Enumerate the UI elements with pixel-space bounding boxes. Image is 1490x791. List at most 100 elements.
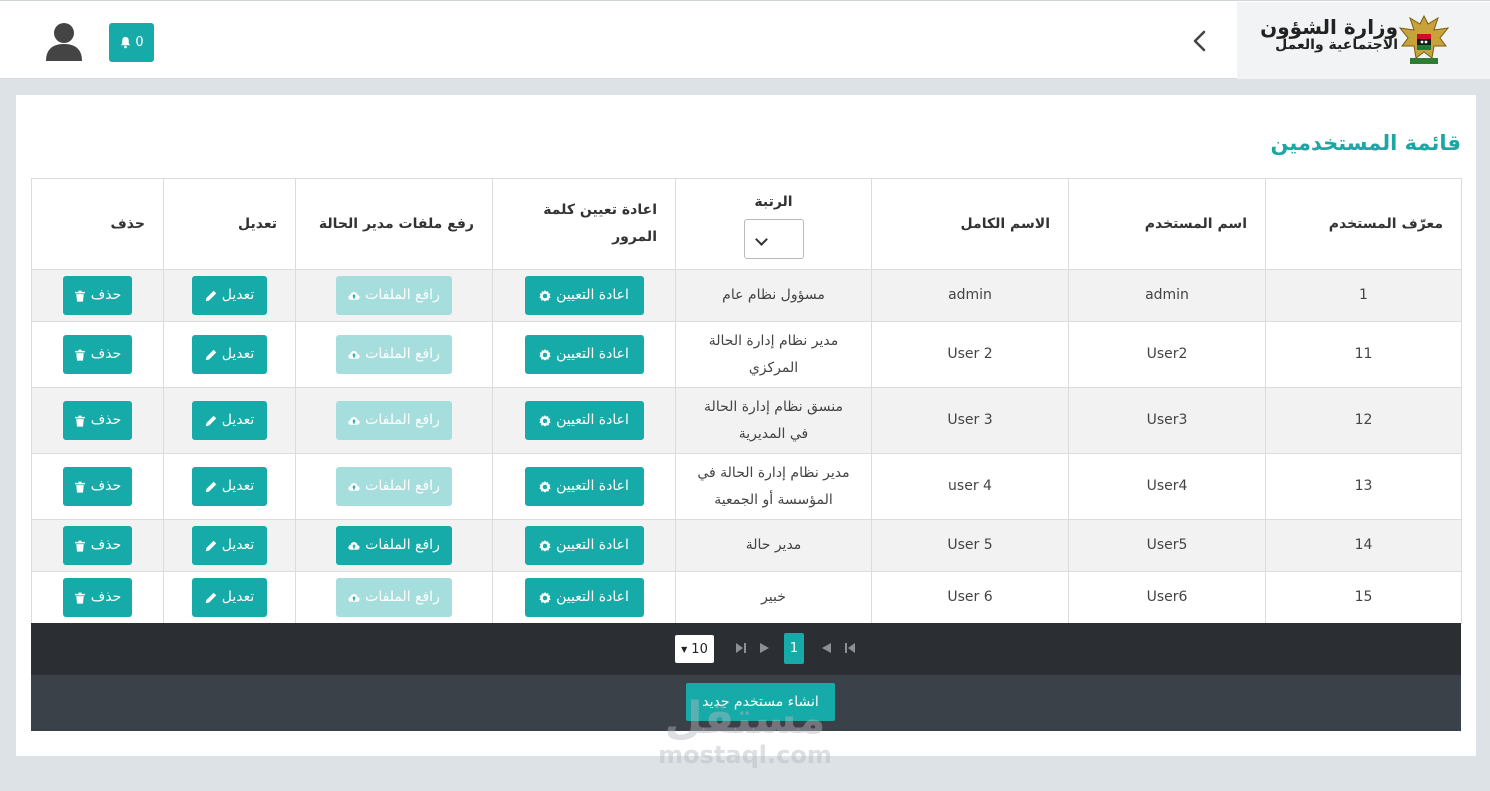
cell-upload: رافع الملفات [295,453,493,520]
page-size-select[interactable]: ▼ 10 [675,635,714,663]
previous-page-icon[interactable] [820,641,834,655]
pencil-icon [205,415,216,426]
delete-button[interactable]: حذف [63,467,132,506]
rank-line-1: مدير نظام إدارة الحالة [708,332,839,349]
cloud-upload-icon [348,482,360,491]
cell-delete: حذف [31,321,164,388]
cell-username: User6 [1068,571,1266,624]
cell-reset: اعادة التعيين [492,321,676,388]
create-user-bar: انشاء مستخدم جديد [31,675,1461,731]
reset-button-label: اعادة التعيين [556,412,629,429]
cell-rank: مسؤول نظام عام [675,269,872,322]
cell-full-name: User 3 [871,387,1069,454]
table-row: 12 User3 User 3 منسق نظام إدارة الحالة في ال… [31,387,1462,454]
table-row: 1 admin admin مسؤول نظام عام اعادة التعيين را… [31,269,1462,322]
rank-line-1: مدير حالة [745,537,802,554]
cell-edit: تعديل [163,453,296,520]
reset-password-button[interactable]: اعادة التعيين [524,526,644,565]
pencil-icon [205,540,216,551]
cell-edit: تعديل [163,269,296,322]
header-full-name: الاسم الكامل [871,178,1069,270]
cloud-upload-icon [348,593,360,602]
upload-button-label: رافع الملفات [365,346,440,363]
cell-username: User5 [1068,519,1266,572]
cell-reset: اعادة التعيين [492,387,676,454]
cell-full-name: User 5 [871,519,1069,572]
upload-button-label: رافع الملفات [365,287,440,304]
brand-line-2: الاجتماعية والعمل [1275,37,1398,53]
cell-username: admin [1068,269,1266,322]
pencil-icon [205,592,216,603]
gear-icon [539,591,551,604]
cell-user-id: 13 [1265,453,1462,520]
rank-line-1: منسق نظام إدارة الحالة [704,398,843,415]
cell-upload: رافع الملفات [295,571,493,624]
cell-reset: اعادة التعيين [492,519,676,572]
upload-files-button[interactable]: رافع الملفات [336,578,452,617]
cell-edit: تعديل [163,387,296,454]
pencil-icon [205,481,216,492]
reset-button-label: اعادة التعيين [556,537,629,554]
trash-icon [74,415,85,427]
last-page-icon[interactable] [734,641,748,655]
cell-delete: حذف [31,571,164,624]
first-page-icon[interactable] [843,641,857,655]
user-avatar-icon[interactable] [44,21,84,61]
brand-name: وزارة الشؤون الاجتماعية والعمل [1260,16,1398,53]
edit-button[interactable]: تعديل [192,578,267,617]
reset-password-button[interactable]: اعادة التعيين [524,578,644,617]
rank-line-2: في المديرية [738,425,809,442]
trash-icon [74,540,85,552]
cell-edit: تعديل [163,571,296,624]
header-upload: رفع ملفات مدير الحالة [295,178,493,270]
cell-user-id: 14 [1265,519,1462,572]
trash-icon [74,290,85,302]
edit-button[interactable]: تعديل [192,526,267,565]
upload-files-button[interactable]: رافع الملفات [336,335,452,374]
edit-button[interactable]: تعديل [192,401,267,440]
cell-delete: حذف [31,387,164,454]
header-reset-password: اعادة تعيين كلمة المرور [492,178,676,270]
upload-files-button[interactable]: رافع الملفات [336,276,452,315]
users-table: معرّف المستخدم اسم المستخدم الاسم الكامل… [31,178,1462,624]
header-reset-line-1: اعادة تعيين كلمة [543,202,657,219]
cell-rank: مدير نظام إدارة الحالة في المؤسسة أو الجم… [675,453,872,520]
edit-button-label: تعديل [221,287,255,304]
delete-button-label: حذف [90,589,122,606]
reset-password-button[interactable]: اعادة التعيين [524,276,644,315]
create-user-button[interactable]: انشاء مستخدم جديد [686,683,835,721]
edit-button[interactable]: تعديل [192,276,267,315]
upload-button-label: رافع الملفات [365,478,440,495]
delete-button[interactable]: حذف [63,401,132,440]
cell-edit: تعديل [163,519,296,572]
next-page-icon[interactable] [757,641,771,655]
edit-button[interactable]: تعديل [192,335,267,374]
delete-button[interactable]: حذف [63,526,132,565]
delete-button-label: حذف [90,346,122,363]
cell-full-name: admin [871,269,1069,322]
cell-username: User2 [1068,321,1266,388]
gear-icon [539,348,551,361]
top-navbar: وزارة الشؤون الاجتماعية والعمل 0 [0,0,1490,79]
delete-button[interactable]: حذف [63,335,132,374]
edit-button[interactable]: تعديل [192,467,267,506]
delete-button[interactable]: حذف [63,276,132,315]
delete-button[interactable]: حذف [63,578,132,617]
upload-files-button[interactable]: رافع الملفات [336,467,452,506]
upload-files-button[interactable]: رافع الملفات [336,526,452,565]
cell-upload: رافع الملفات [295,269,493,322]
reset-password-button[interactable]: اعادة التعيين [524,467,644,506]
users-card: قائمة المستخدمين معرّف المستخدم اسم المس… [16,95,1476,756]
chevron-left-icon[interactable] [1186,27,1214,55]
upload-files-button[interactable]: رافع الملفات [336,401,452,440]
current-page-button[interactable]: 1 [784,633,804,664]
reset-password-button[interactable]: اعادة التعيين [524,401,644,440]
edit-button-label: تعديل [221,412,255,429]
edit-button-label: تعديل [221,478,255,495]
rank-filter-select[interactable] [743,219,804,260]
delete-button-label: حذف [90,412,122,429]
notifications-button[interactable]: 0 [109,23,154,62]
cloud-upload-icon [348,416,360,425]
reset-password-button[interactable]: اعادة التعيين [524,335,644,374]
cell-username: User3 [1068,387,1266,454]
